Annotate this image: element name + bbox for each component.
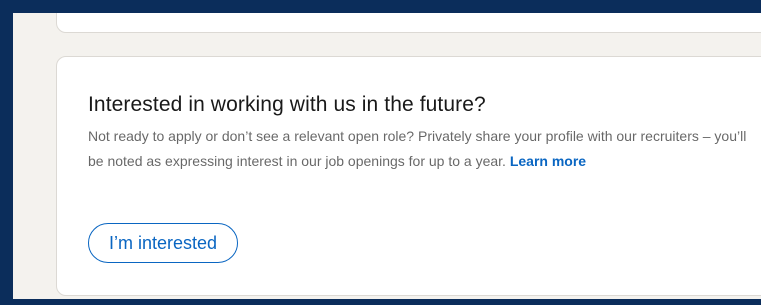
im-interested-button[interactable]: I’m interested (88, 223, 239, 263)
learn-more-link[interactable]: Learn more (510, 153, 586, 169)
card-description: Not ready to apply or don’t see a releva… (88, 124, 758, 174)
previous-section-card (56, 13, 761, 33)
future-interest-card: Interested in working with us in the fut… (56, 56, 761, 296)
card-heading: Interested in working with us in the fut… (88, 93, 486, 116)
page-viewport: Interested in working with us in the fut… (13, 13, 761, 299)
description-text: Not ready to apply or don’t see a releva… (88, 128, 747, 169)
